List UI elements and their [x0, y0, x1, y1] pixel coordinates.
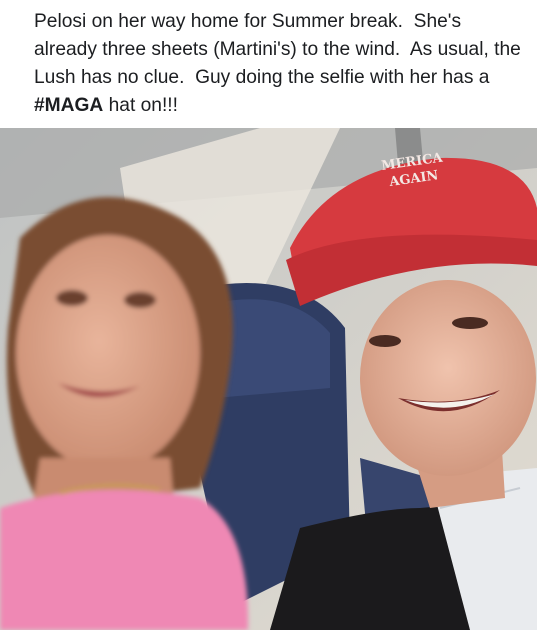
post-caption: Pelosi on her way home for Summer break.… — [34, 8, 529, 120]
selfie-image: MERICA AGAIN — [0, 128, 537, 630]
woman — [0, 197, 249, 630]
post-photo[interactable]: MERICA AGAIN — [0, 128, 537, 630]
social-post: Pelosi on her way home for Summer break.… — [0, 0, 537, 640]
caption-text: Pelosi on her way home for Summer break.… — [34, 11, 527, 88]
caption-text-end: hat on!!! — [103, 95, 178, 116]
caption-hashtag: #MAGA — [34, 95, 104, 116]
post-footer-gap — [0, 630, 537, 640]
